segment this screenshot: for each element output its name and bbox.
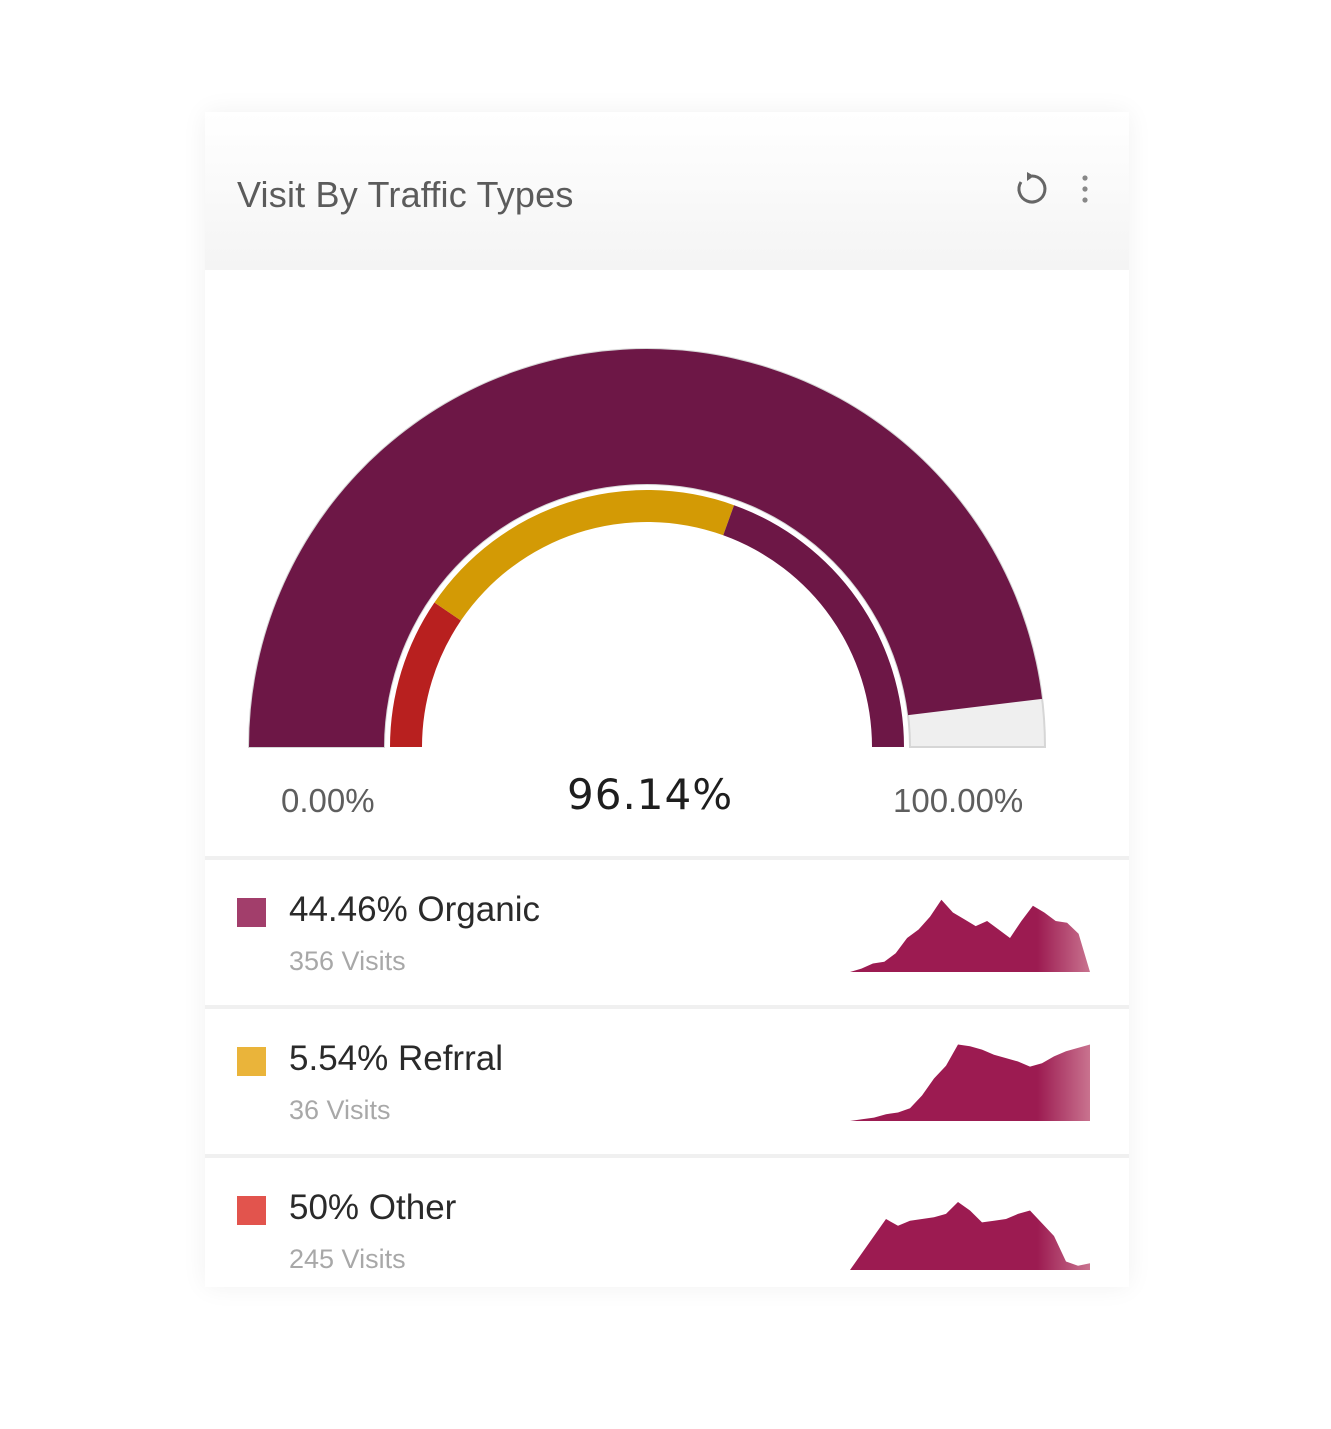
gauge-min-label: 0.00% [281, 782, 375, 819]
sparkline-chart [850, 899, 1090, 972]
gauge-value-arc [249, 349, 1043, 747]
traffic-types-card: Visit By Traffic Types 0.00% 96.14% 100.… [205, 112, 1129, 1287]
legend-label: 50% Other [289, 1188, 457, 1227]
legend-swatch [237, 898, 266, 927]
legend-visits: 356 Visits [289, 946, 406, 976]
refresh-icon[interactable] [1013, 170, 1051, 208]
sparkline-chart [850, 1044, 1090, 1121]
legend-visits: 36 Visits [289, 1095, 391, 1125]
sparkline-area [850, 1202, 1090, 1270]
gauge-value-label: 96.14% [567, 770, 734, 819]
legend-swatch [237, 1196, 266, 1225]
legend-row-refrral: 5.54% Refrral 36 Visits [205, 1009, 1129, 1154]
card-header: Visit By Traffic Types [205, 112, 1129, 270]
legend-row-organic: 44.46% Organic 356 Visits [205, 860, 1129, 1005]
sparkline-chart [850, 1202, 1090, 1270]
sparkline-area [850, 1044, 1090, 1121]
legend-swatch [237, 1047, 266, 1076]
gauge-chart: 0.00% 96.14% 100.00% [205, 270, 1129, 850]
legend-label: 5.54% Refrral [289, 1039, 503, 1078]
legend-visits: 245 Visits [289, 1244, 406, 1274]
sparkline-area [850, 899, 1090, 972]
card-title: Visit By Traffic Types [237, 174, 574, 215]
gauge-max-label: 100.00% [893, 782, 1024, 819]
more-vertical-icon[interactable] [1077, 172, 1093, 206]
gauge-svg [247, 348, 1047, 748]
legend-row-other: 50% Other 245 Visits [205, 1158, 1129, 1303]
legend-label: 44.46% Organic [289, 890, 540, 929]
